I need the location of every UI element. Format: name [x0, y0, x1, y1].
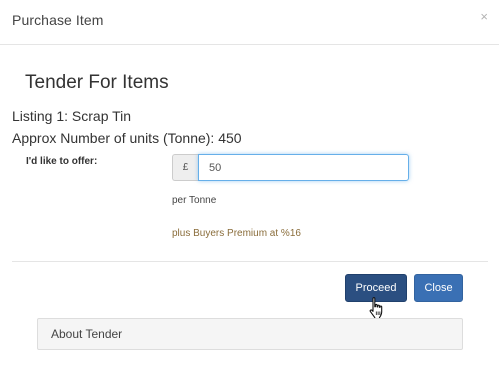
buyers-premium-note: plus Buyers Premium at %16 [172, 228, 301, 239]
footer-divider [12, 261, 488, 262]
proceed-button[interactable]: Proceed [345, 274, 407, 302]
per-unit-text: per Tonne [172, 195, 217, 206]
close-icon[interactable]: × [480, 10, 488, 23]
about-tender-panel[interactable]: About Tender [37, 318, 463, 350]
units-info: Approx Number of units (Tonne): 450 [12, 130, 242, 146]
listing-name: Listing 1: Scrap Tin [12, 108, 132, 124]
modal-header: Purchase Item × [0, 0, 499, 45]
dialog-title: Purchase Item [12, 12, 104, 28]
currency-addon: £ [172, 154, 198, 181]
offer-label: I'd like to offer: [26, 156, 98, 167]
about-tender-title: About Tender [51, 327, 123, 341]
offer-amount-input[interactable] [198, 154, 409, 181]
offer-input-group: £ [172, 154, 409, 181]
close-button[interactable]: Close [414, 274, 463, 302]
tender-heading: Tender For Items [25, 72, 169, 93]
